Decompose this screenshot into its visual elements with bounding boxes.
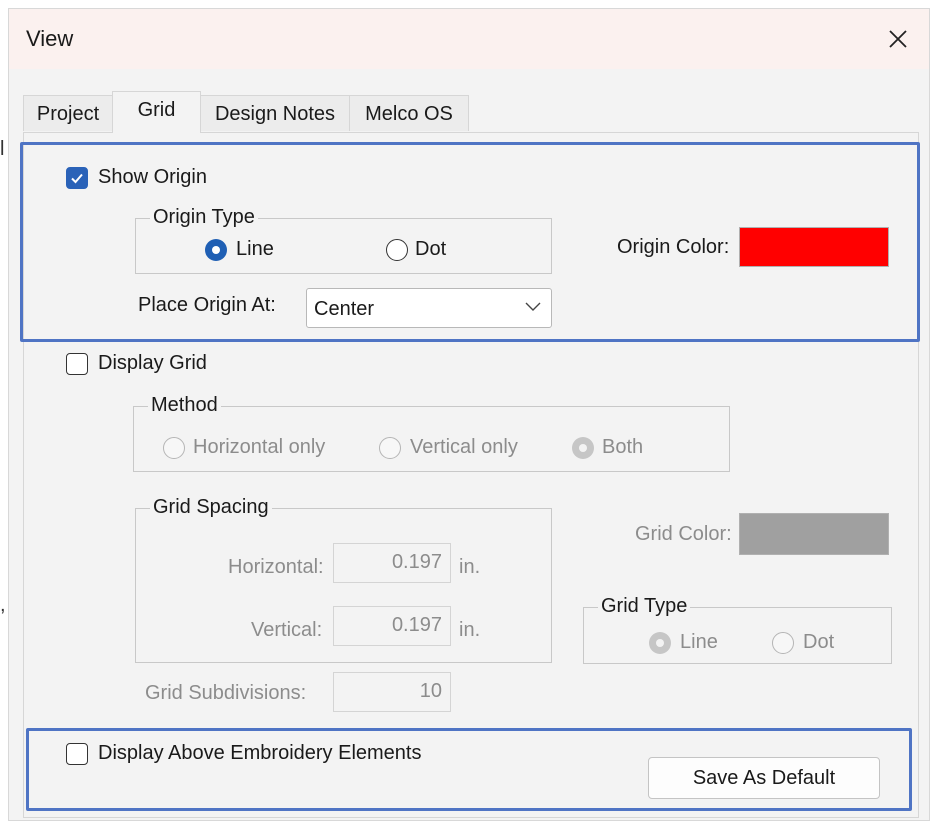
origin-color-swatch[interactable] — [739, 227, 889, 267]
display-above-checkbox[interactable] — [66, 743, 88, 765]
method-vertical-radio[interactable] — [379, 437, 401, 459]
method-legend: Method — [148, 394, 221, 417]
origin-type-dot-radio[interactable] — [386, 239, 408, 261]
grid-type-dot-radio[interactable] — [772, 632, 794, 654]
place-origin-dropdown[interactable]: Center — [306, 288, 552, 328]
method-both-label: Both — [602, 436, 644, 458]
show-origin-label: Show Origin — [98, 166, 207, 188]
close-icon[interactable] — [881, 22, 915, 56]
place-origin-label: Place Origin At: — [138, 294, 276, 316]
show-origin-checkbox[interactable] — [66, 167, 88, 189]
title-bar: View — [9, 9, 929, 69]
grid-type-dot-label: Dot — [803, 631, 835, 653]
tab-grid[interactable]: Grid — [112, 91, 201, 133]
grid-subdivisions-input[interactable]: 10 — [333, 672, 451, 712]
grid-type-line-label: Line — [680, 631, 718, 653]
method-both-radio[interactable] — [572, 437, 594, 459]
tab-melco-os[interactable]: Melco OS — [349, 95, 469, 131]
display-above-label: Display Above Embroidery Elements — [98, 742, 422, 764]
window-title: View — [26, 26, 74, 51]
horizontal-spacing-label: Horizontal: — [228, 556, 324, 578]
grid-type-line-radio[interactable] — [649, 632, 671, 654]
grid-color-swatch[interactable] — [739, 513, 889, 555]
origin-type-dot-label: Dot — [415, 238, 447, 260]
origin-type-legend: Origin Type — [150, 206, 258, 229]
place-origin-value: Center — [314, 298, 375, 320]
method-vertical-label: Vertical only — [410, 436, 518, 458]
display-grid-checkbox[interactable] — [66, 353, 88, 375]
origin-color-label: Origin Color: — [617, 236, 730, 258]
grid-spacing-legend: Grid Spacing — [150, 496, 272, 519]
method-horizontal-radio[interactable] — [163, 437, 185, 459]
vertical-unit-label: in. — [459, 619, 481, 641]
background-text-fragment: , — [0, 594, 6, 616]
origin-type-group: Origin Type — [135, 206, 552, 274]
vertical-spacing-input[interactable]: 0.197 — [333, 606, 451, 646]
grid-color-label: Grid Color: — [635, 523, 732, 545]
tab-project[interactable]: Project — [23, 95, 113, 131]
vertical-spacing-label: Vertical: — [251, 619, 323, 641]
grid-type-legend: Grid Type — [598, 595, 691, 618]
grid-subdivisions-label: Grid Subdivisions: — [145, 682, 307, 704]
tab-design-notes[interactable]: Design Notes — [200, 95, 350, 131]
display-grid-label: Display Grid — [98, 352, 207, 374]
horizontal-spacing-input[interactable]: 0.197 — [333, 543, 451, 583]
grid-type-group: Grid Type — [583, 595, 892, 664]
method-horizontal-label: Horizontal only — [193, 436, 326, 458]
origin-type-line-label: Line — [236, 238, 274, 260]
origin-type-line-radio[interactable] — [205, 239, 227, 261]
background-text-fragment: l — [0, 138, 5, 160]
chevron-down-icon — [525, 302, 541, 311]
save-as-default-button[interactable]: Save As Default — [648, 757, 880, 799]
horizontal-unit-label: in. — [459, 556, 481, 578]
checkmark-icon — [71, 173, 83, 184]
